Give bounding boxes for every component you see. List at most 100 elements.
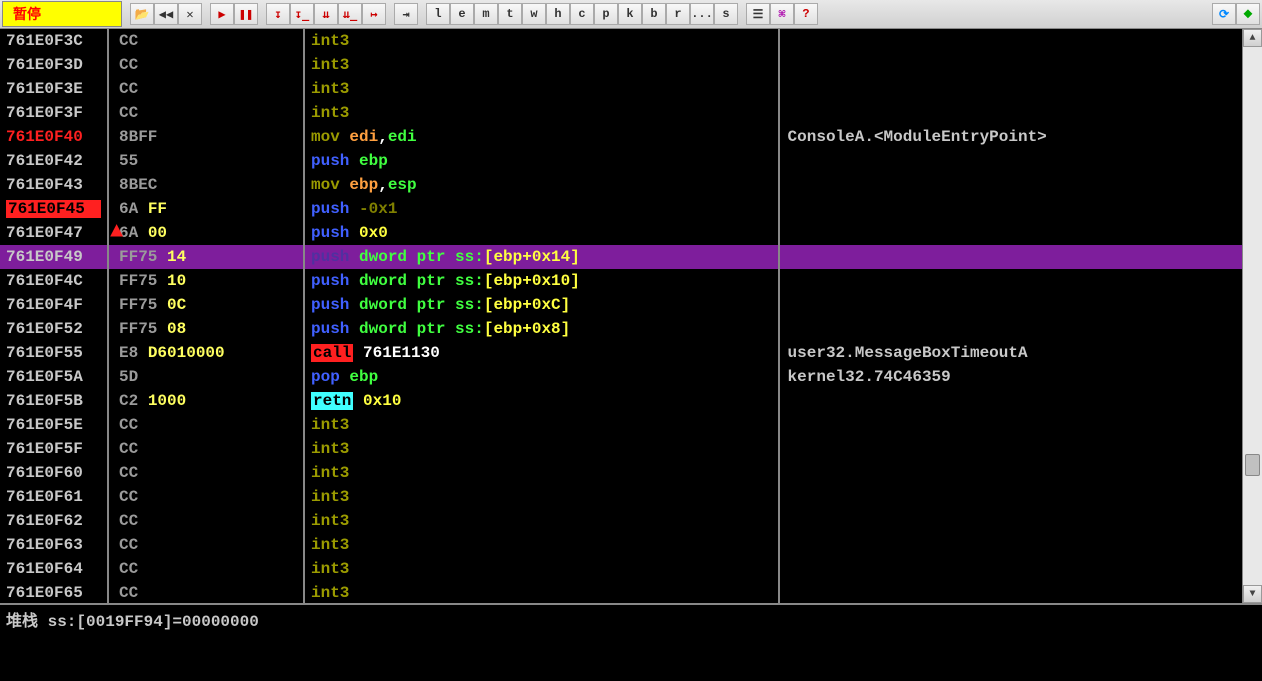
- info-pane: 堆栈 ss:[0019FF94]=00000000: [0, 603, 1262, 681]
- comment-cell: [779, 197, 1242, 221]
- help-button[interactable]: ?: [794, 3, 818, 25]
- disasm-row[interactable]: 761E0F4FFF75 0Cpush dword ptr ss:[ebp+0x…: [0, 293, 1242, 317]
- instruction-cell: int3: [304, 101, 779, 125]
- step-controls: ↧ ↧̲ ⇊ ⇊̲ ↦: [266, 3, 386, 25]
- comment-cell: [779, 293, 1242, 317]
- view-m-button[interactable]: m: [474, 3, 498, 25]
- comment-cell: [779, 245, 1242, 269]
- disasm-row[interactable]: 761E0F64CCint3: [0, 557, 1242, 581]
- scroll-down-button[interactable]: ▼: [1243, 585, 1262, 603]
- bytes-cell: CC: [108, 557, 304, 581]
- view-t-button[interactable]: t: [498, 3, 522, 25]
- goto-button[interactable]: ⇥: [394, 3, 418, 25]
- bytes-cell: C2 1000: [108, 389, 304, 413]
- address-cell: 761E0F65: [0, 581, 108, 603]
- disasm-row[interactable]: 761E0F5A5Dpop ebpkernel32.74C46359: [0, 365, 1242, 389]
- view-...-button[interactable]: ...: [690, 3, 714, 25]
- comment-cell: [779, 173, 1242, 197]
- run-to-return-button[interactable]: ↦: [362, 3, 386, 25]
- plugin-button[interactable]: ⌘: [770, 3, 794, 25]
- disasm-row[interactable]: 761E0F5BC2 1000retn 0x10: [0, 389, 1242, 413]
- refresh-button[interactable]: ⟳: [1212, 3, 1236, 25]
- address-cell: 761E0F5B: [0, 389, 108, 413]
- vertical-scrollbar[interactable]: ▲ ▼: [1242, 29, 1262, 603]
- disasm-row[interactable]: 761E0F5FCCint3: [0, 437, 1242, 461]
- disasm-row[interactable]: 761E0F62CCint3: [0, 509, 1242, 533]
- close-icon: ✕: [186, 7, 193, 22]
- comment-cell: [779, 389, 1242, 413]
- view-w-button[interactable]: w: [522, 3, 546, 25]
- comment-cell: [779, 581, 1242, 603]
- step-into-button[interactable]: ↧: [266, 3, 290, 25]
- disasm-row[interactable]: 761E0F456A FFpush -0x1: [0, 197, 1242, 221]
- rewind-icon: ◀◀: [159, 7, 173, 22]
- view-p-button[interactable]: p: [594, 3, 618, 25]
- disasm-row[interactable]: 761E0F65CCint3: [0, 581, 1242, 603]
- view-r-button[interactable]: r: [666, 3, 690, 25]
- instruction-cell: pop ebp: [304, 365, 779, 389]
- instruction-cell: push ebp: [304, 149, 779, 173]
- comment-cell: ConsoleA.<ModuleEntryPoint>: [779, 125, 1242, 149]
- scroll-up-button[interactable]: ▲: [1243, 29, 1262, 47]
- disasm-row[interactable]: 761E0F52FF75 08push dword ptr ss:[ebp+0x…: [0, 317, 1242, 341]
- pause-button[interactable]: ❚❚: [234, 3, 258, 25]
- instruction-cell: mov edi,edi: [304, 125, 779, 149]
- open-button[interactable]: 📂: [130, 3, 154, 25]
- bytes-cell: CC: [108, 77, 304, 101]
- disasm-row[interactable]: 761E0F3DCCint3: [0, 53, 1242, 77]
- list-button[interactable]: ☰: [746, 3, 770, 25]
- run-button[interactable]: ▶: [210, 3, 234, 25]
- bytes-cell: 8BFF: [108, 125, 304, 149]
- goto-icon: ⇥: [402, 7, 409, 22]
- trace-over-button[interactable]: ⇊̲: [338, 3, 362, 25]
- step-over-button[interactable]: ↧̲: [290, 3, 314, 25]
- disasm-row[interactable]: 761E0F3CCCint3: [0, 29, 1242, 53]
- bytes-cell: CC: [108, 53, 304, 77]
- ok-button[interactable]: ⬥: [1236, 3, 1260, 25]
- address-cell: 761E0F49: [0, 245, 108, 269]
- disassembly-pane[interactable]: ▲ 761E0F3CCCint3761E0F3DCCint3761E0F3ECC…: [0, 29, 1242, 603]
- view-s-button[interactable]: s: [714, 3, 738, 25]
- rewind-button[interactable]: ◀◀: [154, 3, 178, 25]
- instruction-cell: int3: [304, 461, 779, 485]
- instruction-cell: int3: [304, 581, 779, 603]
- disasm-row[interactable]: 761E0F438BECmov ebp,esp: [0, 173, 1242, 197]
- disasm-row[interactable]: 761E0F49FF75 14push dword ptr ss:[ebp+0x…: [0, 245, 1242, 269]
- comment-cell: [779, 77, 1242, 101]
- instruction-cell: push dword ptr ss:[ebp+0xC]: [304, 293, 779, 317]
- scroll-thumb[interactable]: [1245, 454, 1260, 476]
- bytes-cell: CC: [108, 413, 304, 437]
- view-c-button[interactable]: c: [570, 3, 594, 25]
- address-cell: 761E0F45: [0, 197, 108, 221]
- view-h-button[interactable]: h: [546, 3, 570, 25]
- disasm-row[interactable]: 761E0F4CFF75 10push dword ptr ss:[ebp+0x…: [0, 269, 1242, 293]
- view-b-button[interactable]: b: [642, 3, 666, 25]
- disasm-row[interactable]: 761E0F61CCint3: [0, 485, 1242, 509]
- close-button[interactable]: ✕: [178, 3, 202, 25]
- address-cell: 761E0F42: [0, 149, 108, 173]
- address-cell: 761E0F64: [0, 557, 108, 581]
- disasm-row[interactable]: 761E0F63CCint3: [0, 533, 1242, 557]
- disasm-row[interactable]: 761E0F55E8 D6010000call 761E1130user32.M…: [0, 341, 1242, 365]
- run-controls: ▶ ❚❚: [210, 3, 258, 25]
- view-l-button[interactable]: l: [426, 3, 450, 25]
- address-cell: 761E0F47: [0, 221, 108, 245]
- comment-cell: [779, 149, 1242, 173]
- address-cell: 761E0F3E: [0, 77, 108, 101]
- disasm-row[interactable]: 761E0F4255push ebp: [0, 149, 1242, 173]
- disasm-row[interactable]: 761E0F476A 00push 0x0: [0, 221, 1242, 245]
- instruction-cell: int3: [304, 413, 779, 437]
- disasm-row[interactable]: 761E0F60CCint3: [0, 461, 1242, 485]
- goto-controls: ⇥: [394, 3, 418, 25]
- bytes-cell: E8 D6010000: [108, 341, 304, 365]
- view-k-button[interactable]: k: [618, 3, 642, 25]
- bytes-cell: 5D: [108, 365, 304, 389]
- instruction-cell: retn 0x10: [304, 389, 779, 413]
- disasm-row[interactable]: 761E0F5ECCint3: [0, 413, 1242, 437]
- comment-cell: [779, 317, 1242, 341]
- view-e-button[interactable]: e: [450, 3, 474, 25]
- trace-into-button[interactable]: ⇊: [314, 3, 338, 25]
- disasm-row[interactable]: 761E0F3ECCint3: [0, 77, 1242, 101]
- disasm-row[interactable]: 761E0F408BFFmov edi,ediConsoleA.<ModuleE…: [0, 125, 1242, 149]
- disasm-row[interactable]: 761E0F3FCCint3: [0, 101, 1242, 125]
